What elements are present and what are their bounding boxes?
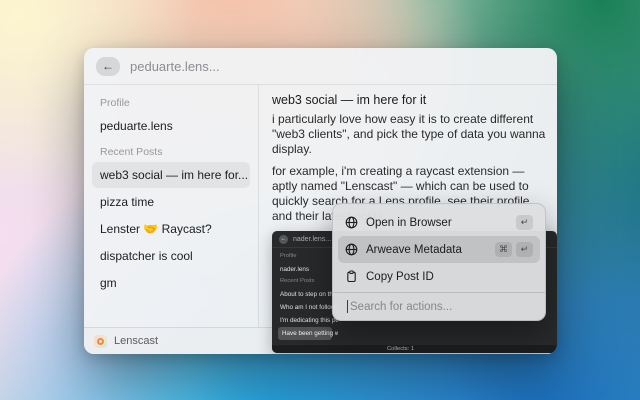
screenshot-list-item: About to step on this s... [278, 288, 332, 301]
lenscast-extension-icon [94, 335, 107, 348]
return-key-badge: ↵ [516, 215, 533, 230]
screenshot-section-label: Recent Posts [278, 276, 332, 288]
screenshot-query-text: nader.lens... [293, 236, 331, 243]
clipboard-icon [345, 270, 358, 283]
sidebar-item-post-2[interactable]: Lenster 🤝 Raycast? [92, 216, 250, 242]
back-button[interactable]: ← [96, 57, 120, 76]
actions-search-input[interactable]: Search for actions... [338, 293, 540, 320]
raycast-window: ← peduarte.lens... Profile peduarte.lens… [84, 48, 557, 354]
command-key-badge: ⌘ [495, 242, 512, 257]
sidebar-item-post-3[interactable]: dispatcher is cool [92, 243, 250, 269]
actions-search-placeholder: Search for actions... [350, 301, 452, 313]
section-label-recent-posts: Recent Posts [92, 140, 250, 161]
screenshot-list-item: Have been getting way... [278, 327, 332, 340]
screenshot-list-item: nader.lens [278, 263, 332, 276]
search-query-text[interactable]: peduarte.lens... [130, 59, 220, 74]
action-label: Arweave Metadata [366, 244, 462, 256]
globe-icon [345, 216, 358, 229]
screenshot-collects-stat: Collects: 1 [387, 346, 414, 352]
actions-panel: Open in Browser ↵ Arweave Metadata ⌘ ↵ [332, 203, 546, 321]
desktop-background: ← peduarte.lens... Profile peduarte.lens… [0, 0, 640, 400]
section-label-profile: Profile [92, 91, 250, 112]
sidebar-item-post-4[interactable]: gm [92, 270, 250, 296]
back-arrow-icon: ← [102, 59, 114, 73]
extension-name: Lenscast [114, 335, 158, 347]
screenshot-sidebar: Profile nader.lens Recent Posts About to… [272, 248, 338, 343]
sidebar: Profile peduarte.lens Recent Posts web3 … [84, 85, 259, 327]
return-key-badge: ↵ [516, 242, 533, 257]
sidebar-item-profile[interactable]: peduarte.lens [92, 113, 250, 139]
post-title: web3 social — im here for it [272, 92, 557, 108]
globe-icon [345, 243, 358, 256]
screenshot-back-arrow-icon: ← [279, 235, 288, 244]
sidebar-item-post-0[interactable]: web3 social — im here for... [92, 162, 250, 188]
action-open-in-browser[interactable]: Open in Browser ↵ [338, 209, 540, 236]
action-arweave-metadata[interactable]: Arweave Metadata ⌘ ↵ [338, 236, 540, 263]
screenshot-list-item: I'm dedicating this pos... [278, 314, 332, 327]
window-header: ← peduarte.lens... [84, 48, 557, 85]
action-label: Open in Browser [366, 217, 452, 229]
screenshot-list-item: Who am I not following [278, 301, 332, 314]
text-caret [347, 300, 348, 313]
screenshot-section-label: Profile [278, 251, 332, 263]
action-copy-post-id[interactable]: Copy Post ID [338, 263, 540, 290]
action-label: Copy Post ID [366, 271, 434, 283]
post-paragraph: i particularly love how easy it is to cr… [272, 112, 549, 157]
screenshot-footer: Collects: 1 [272, 344, 557, 353]
sidebar-item-post-1[interactable]: pizza time [92, 189, 250, 215]
